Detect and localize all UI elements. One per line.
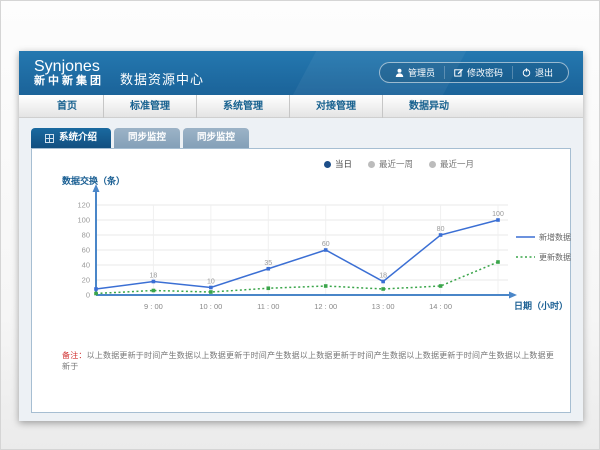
- svg-text:新增数据: 新增数据: [539, 232, 571, 242]
- svg-text:数据交换（条）: 数据交换（条）: [62, 175, 125, 186]
- svg-text:12 : 00: 12 : 00: [314, 302, 337, 311]
- nav-item-home[interactable]: 首页: [31, 95, 103, 118]
- radio-label: 最近一月: [440, 158, 474, 170]
- footnote-text: 以上数据更新于时间产生数据以上数据更新于时间产生数据以上数据更新于时间产生数据以…: [62, 351, 554, 371]
- edit-icon: [454, 68, 463, 77]
- tab-sync-monitor-2[interactable]: 同步监控: [183, 128, 249, 148]
- brand-logo: Synjones 新中新集团: [19, 59, 104, 87]
- tab-label: 同步监控: [128, 128, 166, 148]
- footnote-label: 备注：: [62, 351, 87, 360]
- radio-dot: [429, 161, 436, 168]
- tab-bar: 系统介绍 同步监控 同步监控: [31, 128, 571, 148]
- nav-item-standard-mgmt[interactable]: 标准管理: [103, 95, 196, 118]
- radio-label: 最近一周: [379, 158, 413, 170]
- svg-text:日期（小时）: 日期（小时）: [514, 300, 568, 311]
- svg-text:10 : 00: 10 : 00: [199, 302, 222, 311]
- app-title: 数据资源中心: [120, 69, 204, 88]
- radio-dot: [368, 161, 375, 168]
- radio-last-month[interactable]: 最近一月: [429, 158, 474, 170]
- chart-panel: 当日 最近一周 最近一月 0 20 40 60 80 100 120 9 : 00 10 : 0…: [31, 148, 571, 413]
- nav-item-system-mgmt[interactable]: 系统管理: [196, 95, 289, 118]
- current-user-button[interactable]: 管理员: [386, 66, 444, 79]
- user-icon: [395, 68, 404, 77]
- radio-last-week[interactable]: 最近一周: [368, 158, 413, 170]
- svg-text:60: 60: [322, 241, 330, 248]
- svg-text:20: 20: [82, 276, 90, 285]
- brand-name: Synjones: [34, 59, 104, 76]
- svg-text:60: 60: [82, 246, 90, 255]
- radio-label: 当日: [335, 158, 352, 170]
- radio-dot: [324, 161, 331, 168]
- svg-text:0: 0: [86, 291, 90, 300]
- content-area: 系统介绍 同步监控 同步监控 当日 最近一周: [19, 118, 583, 421]
- app-header: Synjones 新中新集团 数据资源中心 管理员 修改密码: [19, 51, 583, 95]
- change-password-label: 修改密码: [467, 66, 503, 79]
- tab-sync-monitor-1[interactable]: 同步监控: [114, 128, 180, 148]
- svg-text:40: 40: [82, 261, 90, 270]
- tab-label: 系统介绍: [59, 128, 97, 148]
- svg-text:100: 100: [492, 211, 504, 218]
- change-password-button[interactable]: 修改密码: [444, 66, 512, 79]
- footnote: 备注：以上数据更新于时间产生数据以上数据更新于时间产生数据以上数据更新于时间产生…: [62, 350, 554, 372]
- svg-text:13 : 00: 13 : 00: [372, 302, 395, 311]
- time-range-filter: 当日 最近一周 最近一月: [324, 158, 474, 170]
- svg-text:80: 80: [437, 226, 445, 233]
- radio-today[interactable]: 当日: [324, 158, 352, 170]
- tab-system-intro[interactable]: 系统介绍: [31, 128, 111, 148]
- svg-text:120: 120: [77, 201, 90, 210]
- power-icon: [522, 68, 531, 77]
- svg-text:18: 18: [379, 273, 387, 280]
- logout-button[interactable]: 退出: [512, 66, 562, 79]
- svg-text:35: 35: [264, 260, 272, 267]
- app-window: Synjones 新中新集团 数据资源中心 管理员 修改密码: [19, 51, 583, 421]
- page: Synjones 新中新集团 数据资源中心 管理员 修改密码: [0, 0, 600, 450]
- svg-text:80: 80: [82, 231, 90, 240]
- user-label: 管理员: [408, 66, 435, 79]
- svg-text:18: 18: [150, 273, 158, 280]
- tab-label: 同步监控: [197, 128, 235, 148]
- svg-text:9 : 00: 9 : 00: [144, 302, 163, 311]
- nav-item-data-change[interactable]: 数据异动: [382, 95, 475, 118]
- svg-text:10: 10: [207, 279, 215, 286]
- logout-label: 退出: [535, 66, 553, 79]
- chart-container: 0 20 40 60 80 100 120 9 : 00 10 : 00 11 : 00 12 : …: [48, 175, 580, 352]
- svg-text:100: 100: [77, 216, 90, 225]
- user-actions: 管理员 修改密码 退出: [379, 62, 569, 83]
- svg-text:更新数据: 更新数据: [539, 252, 571, 262]
- line-chart: 0 20 40 60 80 100 120 9 : 00 10 : 00 11 : 00 12 : …: [48, 175, 580, 347]
- svg-text:11 : 00: 11 : 00: [257, 302, 279, 311]
- grid-icon: [45, 134, 54, 143]
- brand-subname: 新中新集团: [34, 76, 104, 88]
- main-nav: 首页 标准管理 系统管理 对接管理 数据异动: [19, 95, 583, 118]
- svg-text:14 : 00: 14 : 00: [429, 302, 452, 311]
- nav-item-interface-mgmt[interactable]: 对接管理: [289, 95, 382, 118]
